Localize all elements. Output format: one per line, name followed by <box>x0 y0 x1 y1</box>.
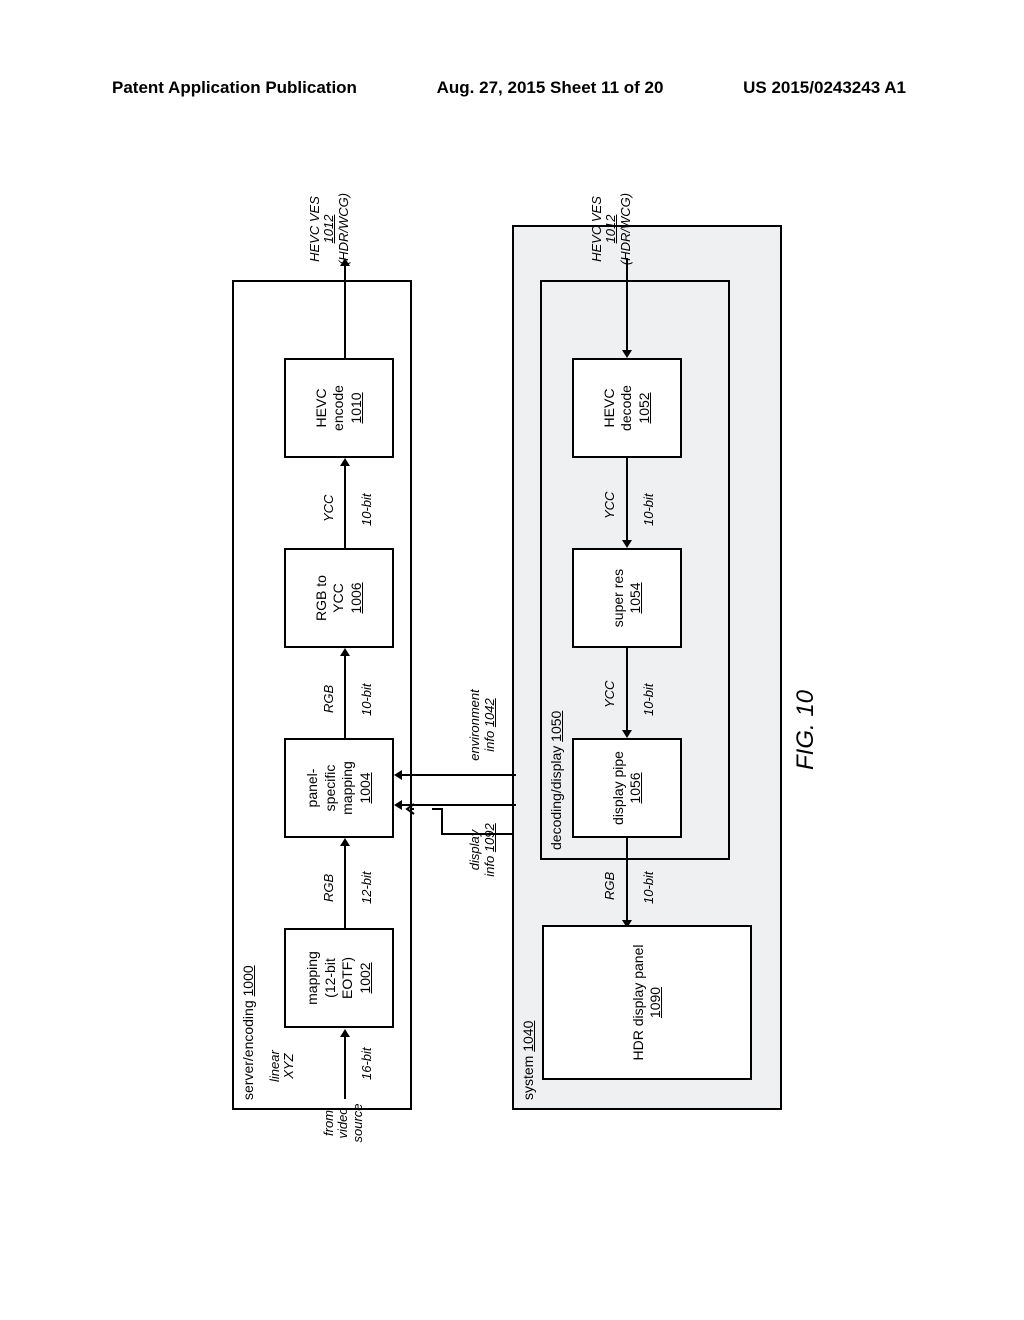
arrow-b3-b4 <box>340 458 350 548</box>
ycc-d12-bot: 10-bit <box>642 493 656 526</box>
system-label: system 1040 <box>520 1021 536 1100</box>
ycc-d23-top: YCC <box>603 681 617 708</box>
diagram: server/encoding 1000 from video source l… <box>232 200 792 1120</box>
figure-label: FIG. 10 <box>792 690 820 770</box>
hevc-encode-box: HEVC encode 1010 <box>284 358 394 458</box>
arrow-into-b1 <box>340 1029 350 1099</box>
display-pipe-box: display pipe 1056 <box>572 738 682 838</box>
linear-xyz-label: linear XYZ <box>268 1050 297 1082</box>
from-video-source-label: from video source <box>322 1098 365 1148</box>
feedback-stubs <box>510 730 516 830</box>
hdr-display-panel-box: HDR display panel 1090 <box>542 925 752 1080</box>
ycc-10b-bot: 10-bit <box>360 493 374 526</box>
rgb-10b-bot: 10-bit <box>360 683 374 716</box>
ycc-d12-top: YCC <box>603 492 617 519</box>
arrow-d2-d3 <box>622 648 632 738</box>
rgb-d34-top: RGB <box>603 872 617 900</box>
hevc-decode-box: HEVC decode 1052 <box>572 358 682 458</box>
env-info-label: environment info 1042 <box>454 680 497 770</box>
rgb-to-ycc-box: RGB to YCC 1006 <box>284 548 394 648</box>
arrow-d3-panel <box>622 838 632 928</box>
header-left: Patent Application Publication <box>112 78 357 98</box>
ycc-d23-bot: 10-bit <box>642 683 656 716</box>
page-header: Patent Application Publication Aug. 27, … <box>0 78 1024 98</box>
rgb-10b-top: RGB <box>322 685 336 713</box>
super-res-box: super res 1054 <box>572 548 682 648</box>
hevc-ves-out-label: HEVC VES 1012 (HDR/WCG) <box>308 184 351 274</box>
arrow-decoder-in <box>622 258 632 358</box>
server-encoding-label: server/encoding 1000 <box>240 965 256 1100</box>
mapping-12bit-eotf-box: mapping (12-bit EOTF) 1002 <box>284 928 394 1028</box>
decoding-display-label: decoding/display 1050 <box>548 711 564 850</box>
arrow-d1-d2 <box>622 458 632 548</box>
rgb-12b-top: RGB <box>322 874 336 902</box>
ycc-10b-top: YCC <box>322 495 336 522</box>
arrow-b1-b2 <box>340 838 350 928</box>
rgb-12b-bot: 12-bit <box>360 871 374 904</box>
header-right: US 2015/0243243 A1 <box>743 78 906 98</box>
sixteen-bit-label: 16-bit <box>360 1047 374 1080</box>
header-center: Aug. 27, 2015 Sheet 11 of 20 <box>437 78 664 98</box>
rgb-d34-bot: 10-bit <box>642 871 656 904</box>
display-info-label: display info 1092 <box>454 820 497 880</box>
arrow-b2-b3 <box>340 648 350 738</box>
